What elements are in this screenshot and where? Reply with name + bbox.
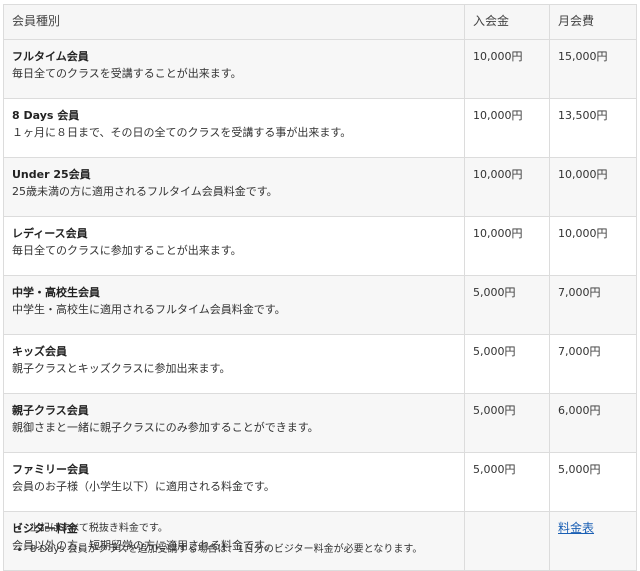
membership-cell: Under 25会員 25歳未満の方に適用されるフルタイム会員料金です。 xyxy=(3,157,465,217)
table-row: Under 25会員 25歳未満の方に適用されるフルタイム会員料金です。 10,… xyxy=(3,157,637,217)
entry-fee-cell: 10,000円 xyxy=(464,98,550,158)
table-row: キッズ会員 親子クラスとキッズクラスに参加出来ます。 5,000円 7,000円 xyxy=(3,334,637,394)
table-row: フルタイム会員 毎日全てのクラスを受講することが出来ます。 10,000円 15… xyxy=(3,39,637,99)
monthly-fee-cell: 13,500円 xyxy=(549,98,637,158)
monthly-fee-cell: 6,000円 xyxy=(549,393,637,453)
membership-description: １ヶ月に８日まで、その日の全てのクラスを受講する事が出来ます。 xyxy=(12,126,352,139)
membership-description: 会員のお子様（小学生以下）に適用される料金です。 xyxy=(12,480,275,493)
header-monthly-fee: 月会費 xyxy=(549,4,637,40)
membership-cell: ファミリー会員 会員のお子様（小学生以下）に適用される料金です。 xyxy=(3,452,465,512)
header-membership-type: 会員種別 xyxy=(3,4,465,40)
entry-fee-cell: 10,000円 xyxy=(464,157,550,217)
membership-description: 親御さまと一緒に親子クラスにのみ参加することができます。 xyxy=(12,421,319,434)
entry-fee-cell: 5,000円 xyxy=(464,334,550,394)
header-entry-fee: 入会金 xyxy=(464,4,550,40)
table-row: 中学・高校生会員 中学生・高校生に適用されるフルタイム会員料金です。 5,000… xyxy=(3,275,637,335)
table-row: 親子クラス会員 親御さまと一緒に親子クラスにのみ参加することができます。 5,0… xyxy=(3,393,637,453)
entry-fee-cell: 10,000円 xyxy=(464,216,550,276)
membership-fee-table: 会員種別 入会金 月会費 フルタイム会員 毎日全てのクラスを受講することが出来ま… xyxy=(3,4,637,571)
membership-name: フルタイム会員 xyxy=(12,50,89,63)
table-row: ファミリー会員 会員のお子様（小学生以下）に適用される料金です。 5,000円 … xyxy=(3,452,637,512)
membership-name: キッズ会員 xyxy=(12,345,67,358)
monthly-fee-cell: 7,000円 xyxy=(549,334,637,394)
monthly-fee-cell: 10,000円 xyxy=(549,157,637,217)
table-row: 8 Days 会員 １ヶ月に８日まで、その日の全てのクラスを受講する事が出来ます… xyxy=(3,98,637,158)
table-row: レディース会員 毎日全てのクラスに参加することが出来ます。 10,000円 10… xyxy=(3,216,637,276)
note-item: 8 Days 会員がクラスを追加受講する場合は、1日分のビジター料金が必要となり… xyxy=(30,539,640,560)
membership-fees-page: 会員種別 入会金 月会費 フルタイム会員 毎日全てのクラスを受講することが出来ま… xyxy=(0,0,640,571)
membership-cell: キッズ会員 親子クラスとキッズクラスに参加出来ます。 xyxy=(3,334,465,394)
membership-name: Under 25会員 xyxy=(12,168,91,181)
monthly-fee-cell: 10,000円 xyxy=(549,216,637,276)
note-item: 上記はすべて税抜き料金です。 xyxy=(30,518,640,539)
monthly-fee-cell: 7,000円 xyxy=(549,275,637,335)
monthly-fee-cell: 15,000円 xyxy=(549,39,637,99)
membership-name: 8 Days 会員 xyxy=(12,109,80,122)
membership-description: 中学生・高校生に適用されるフルタイム会員料金です。 xyxy=(12,303,286,316)
entry-fee-cell: 10,000円 xyxy=(464,39,550,99)
membership-cell: レディース会員 毎日全てのクラスに参加することが出来ます。 xyxy=(3,216,465,276)
membership-description: 毎日全てのクラスを受講することが出来ます。 xyxy=(12,67,242,80)
entry-fee-cell: 5,000円 xyxy=(464,275,550,335)
membership-cell: 親子クラス会員 親御さまと一緒に親子クラスにのみ参加することができます。 xyxy=(3,393,465,453)
entry-fee-cell: 5,000円 xyxy=(464,452,550,512)
membership-description: 親子クラスとキッズクラスに参加出来ます。 xyxy=(12,362,231,375)
membership-cell: 8 Days 会員 １ヶ月に８日まで、その日の全てのクラスを受講する事が出来ます… xyxy=(3,98,465,158)
membership-cell: 中学・高校生会員 中学生・高校生に適用されるフルタイム会員料金です。 xyxy=(3,275,465,335)
membership-name: ファミリー会員 xyxy=(12,463,89,476)
membership-name: レディース会員 xyxy=(12,227,88,240)
membership-name: 親子クラス会員 xyxy=(12,404,89,417)
entry-fee-cell: 5,000円 xyxy=(464,393,550,453)
membership-description: 毎日全てのクラスに参加することが出来ます。 xyxy=(12,244,242,257)
membership-name: 中学・高校生会員 xyxy=(12,286,100,299)
monthly-fee-cell: 5,000円 xyxy=(549,452,637,512)
membership-description: 25歳未満の方に適用されるフルタイム会員料金です。 xyxy=(12,185,278,198)
fee-notes-list: 上記はすべて税抜き料金です。 8 Days 会員がクラスを追加受講する場合は、1… xyxy=(12,518,640,560)
table-header-row: 会員種別 入会金 月会費 xyxy=(3,4,637,40)
membership-cell: フルタイム会員 毎日全てのクラスを受講することが出来ます。 xyxy=(3,39,465,99)
